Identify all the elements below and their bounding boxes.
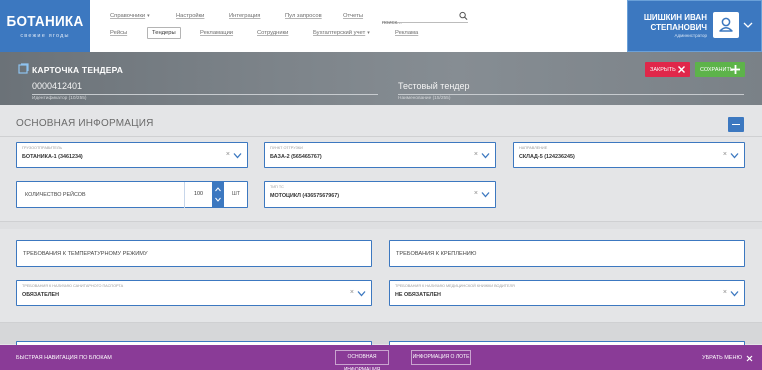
nav-trips[interactable]: Рейсы <box>110 30 127 36</box>
nav-settings[interactable]: Настройки <box>176 13 204 19</box>
section-title: ОСНОВНАЯ ИНФОРМАЦИЯ <box>16 118 154 129</box>
chevron-down-icon[interactable] <box>481 191 490 198</box>
clear-icon[interactable]: × <box>474 151 478 158</box>
clear-icon[interactable]: × <box>723 289 727 296</box>
tender-header: КАРТОЧКА ТЕНДЕРА 0000412401 Идентификато… <box>0 52 762 105</box>
clear-icon[interactable]: × <box>350 289 354 296</box>
nav-accounting[interactable]: Бухгалтерский учет ▾ <box>313 30 370 36</box>
tender-name-underline <box>398 94 744 95</box>
shipment-point-select[interactable]: Пункт отгрузки БАЗА-2 (565465767) × <box>264 142 496 168</box>
shipper-select[interactable]: Грузоотправитель БОТАНИКА-1 (3461234) × <box>16 142 248 168</box>
trips-count-input[interactable]: 100 <box>184 182 212 208</box>
top-bar: БОТАНИКА свежие ягоды Справочники ▾ Настр… <box>0 0 762 52</box>
nav-tenders[interactable]: Тендеры <box>147 27 181 39</box>
quick-nav-bar: БЫСТРАЯ НАВИГАЦИЯ ПО БЛОКАМ ОСНОВНАЯ ИНФ… <box>0 345 762 370</box>
sanitary-passport-select[interactable]: Требования к наличию санитарного паспорт… <box>16 280 372 306</box>
brand-tagline: свежие ягоды <box>20 33 70 39</box>
chevron-down-icon: ▾ <box>367 30 370 36</box>
quantity-stepper[interactable] <box>212 182 224 207</box>
plus-icon <box>731 65 740 74</box>
clear-icon[interactable]: × <box>226 151 230 158</box>
chevron-down-icon[interactable] <box>481 152 490 159</box>
section-divider <box>0 136 762 137</box>
tender-name-label: Наименование (15/255) <box>398 96 451 101</box>
brand-logo[interactable]: БОТАНИКА свежие ягоды <box>0 0 90 52</box>
search-icon[interactable] <box>459 11 468 21</box>
nav-employees[interactable]: Сотрудники <box>257 30 288 36</box>
clear-icon[interactable]: × <box>723 151 727 158</box>
minus-icon <box>732 124 740 126</box>
direction-select[interactable]: Направление СКЛАД-5 (124236245) × <box>513 142 745 168</box>
quick-nav-main-info-button[interactable]: ОСНОВНАЯ ИНФОРМАЦИЯ <box>335 350 389 370</box>
tender-id-label: Идентификатор (10/255) <box>32 96 87 101</box>
collapse-section-button[interactable] <box>728 117 744 132</box>
nav-claims[interactable]: Рекламации <box>200 30 233 36</box>
tender-id-value[interactable]: 0000412401 <box>32 81 82 91</box>
nav-ads[interactable]: Реклама <box>395 30 418 36</box>
document-icon <box>18 63 29 74</box>
tender-id-underline <box>32 94 378 95</box>
nav-integration[interactable]: Интеграция <box>229 13 260 19</box>
fastening-requirements-field[interactable]: ТРЕБОВАНИЯ К КРЕПЛЕНИЮ <box>389 240 745 267</box>
tender-name-value[interactable]: Тестовый тендер <box>398 81 470 91</box>
nav-request-pool[interactable]: Пул запросов <box>285 13 322 19</box>
quick-nav-lot-info-button[interactable]: ИНФОРМАЦИЯ О ЛОТЕ <box>411 350 471 365</box>
close-icon[interactable] <box>746 355 753 362</box>
trips-count-field: КОЛИЧЕСТВО РЕЙСОВ 100 ШТ <box>16 181 248 208</box>
nav-reports[interactable]: Отчеты <box>343 13 363 19</box>
vehicle-type-select[interactable]: Тип ТС МОТОЦИКЛ (43657567967) × <box>264 181 496 208</box>
search-box <box>382 11 468 29</box>
trips-unit: ШТ <box>231 191 241 197</box>
clear-icon[interactable]: × <box>474 190 478 197</box>
page-title: КАРТОЧКА ТЕНДЕРА <box>18 63 123 75</box>
search-input[interactable] <box>382 17 452 29</box>
chevron-down-icon[interactable] <box>233 152 242 159</box>
user-role: Администратор <box>674 33 707 38</box>
trips-count-label: КОЛИЧЕСТВО РЕЙСОВ <box>25 192 86 198</box>
save-button[interactable]: СОХРАНИТЬ <box>695 62 745 77</box>
chevron-down-icon[interactable] <box>743 21 753 29</box>
temperature-requirements-field[interactable]: ТРЕБОВАНИЯ К ТЕМПЕРАТУРНОМУ РЕЖИМУ <box>16 240 372 267</box>
medical-book-select[interactable]: Требования к наличию медицинской книжки … <box>389 280 745 306</box>
brand-name: БОТАНИКА <box>6 13 84 30</box>
section-gap <box>0 221 762 229</box>
user-name: ШИШКИН ИВАН СТЕПАНОВИЧ <box>643 13 707 32</box>
avatar[interactable] <box>713 12 739 38</box>
chevron-down-icon[interactable] <box>730 290 739 297</box>
close-icon <box>678 66 685 73</box>
user-menu[interactable]: ШИШКИН ИВАН СТЕПАНОВИЧ Администратор <box>627 0 762 52</box>
chevron-down-icon[interactable] <box>215 197 221 202</box>
hide-menu-button[interactable]: УБРАТЬ МЕНЮ <box>702 355 742 361</box>
chevron-down-icon[interactable] <box>357 290 366 297</box>
chevron-up-icon[interactable] <box>215 187 221 192</box>
chevron-down-icon[interactable] <box>730 152 739 159</box>
chevron-down-icon: ▾ <box>147 13 150 19</box>
close-button[interactable]: ЗАКРЫТЬ <box>645 62 690 77</box>
quick-nav-title: БЫСТРАЯ НАВИГАЦИЯ ПО БЛОКАМ <box>16 355 112 361</box>
nav-directories[interactable]: Справочники ▾ <box>110 13 150 19</box>
user-icon <box>719 17 733 32</box>
